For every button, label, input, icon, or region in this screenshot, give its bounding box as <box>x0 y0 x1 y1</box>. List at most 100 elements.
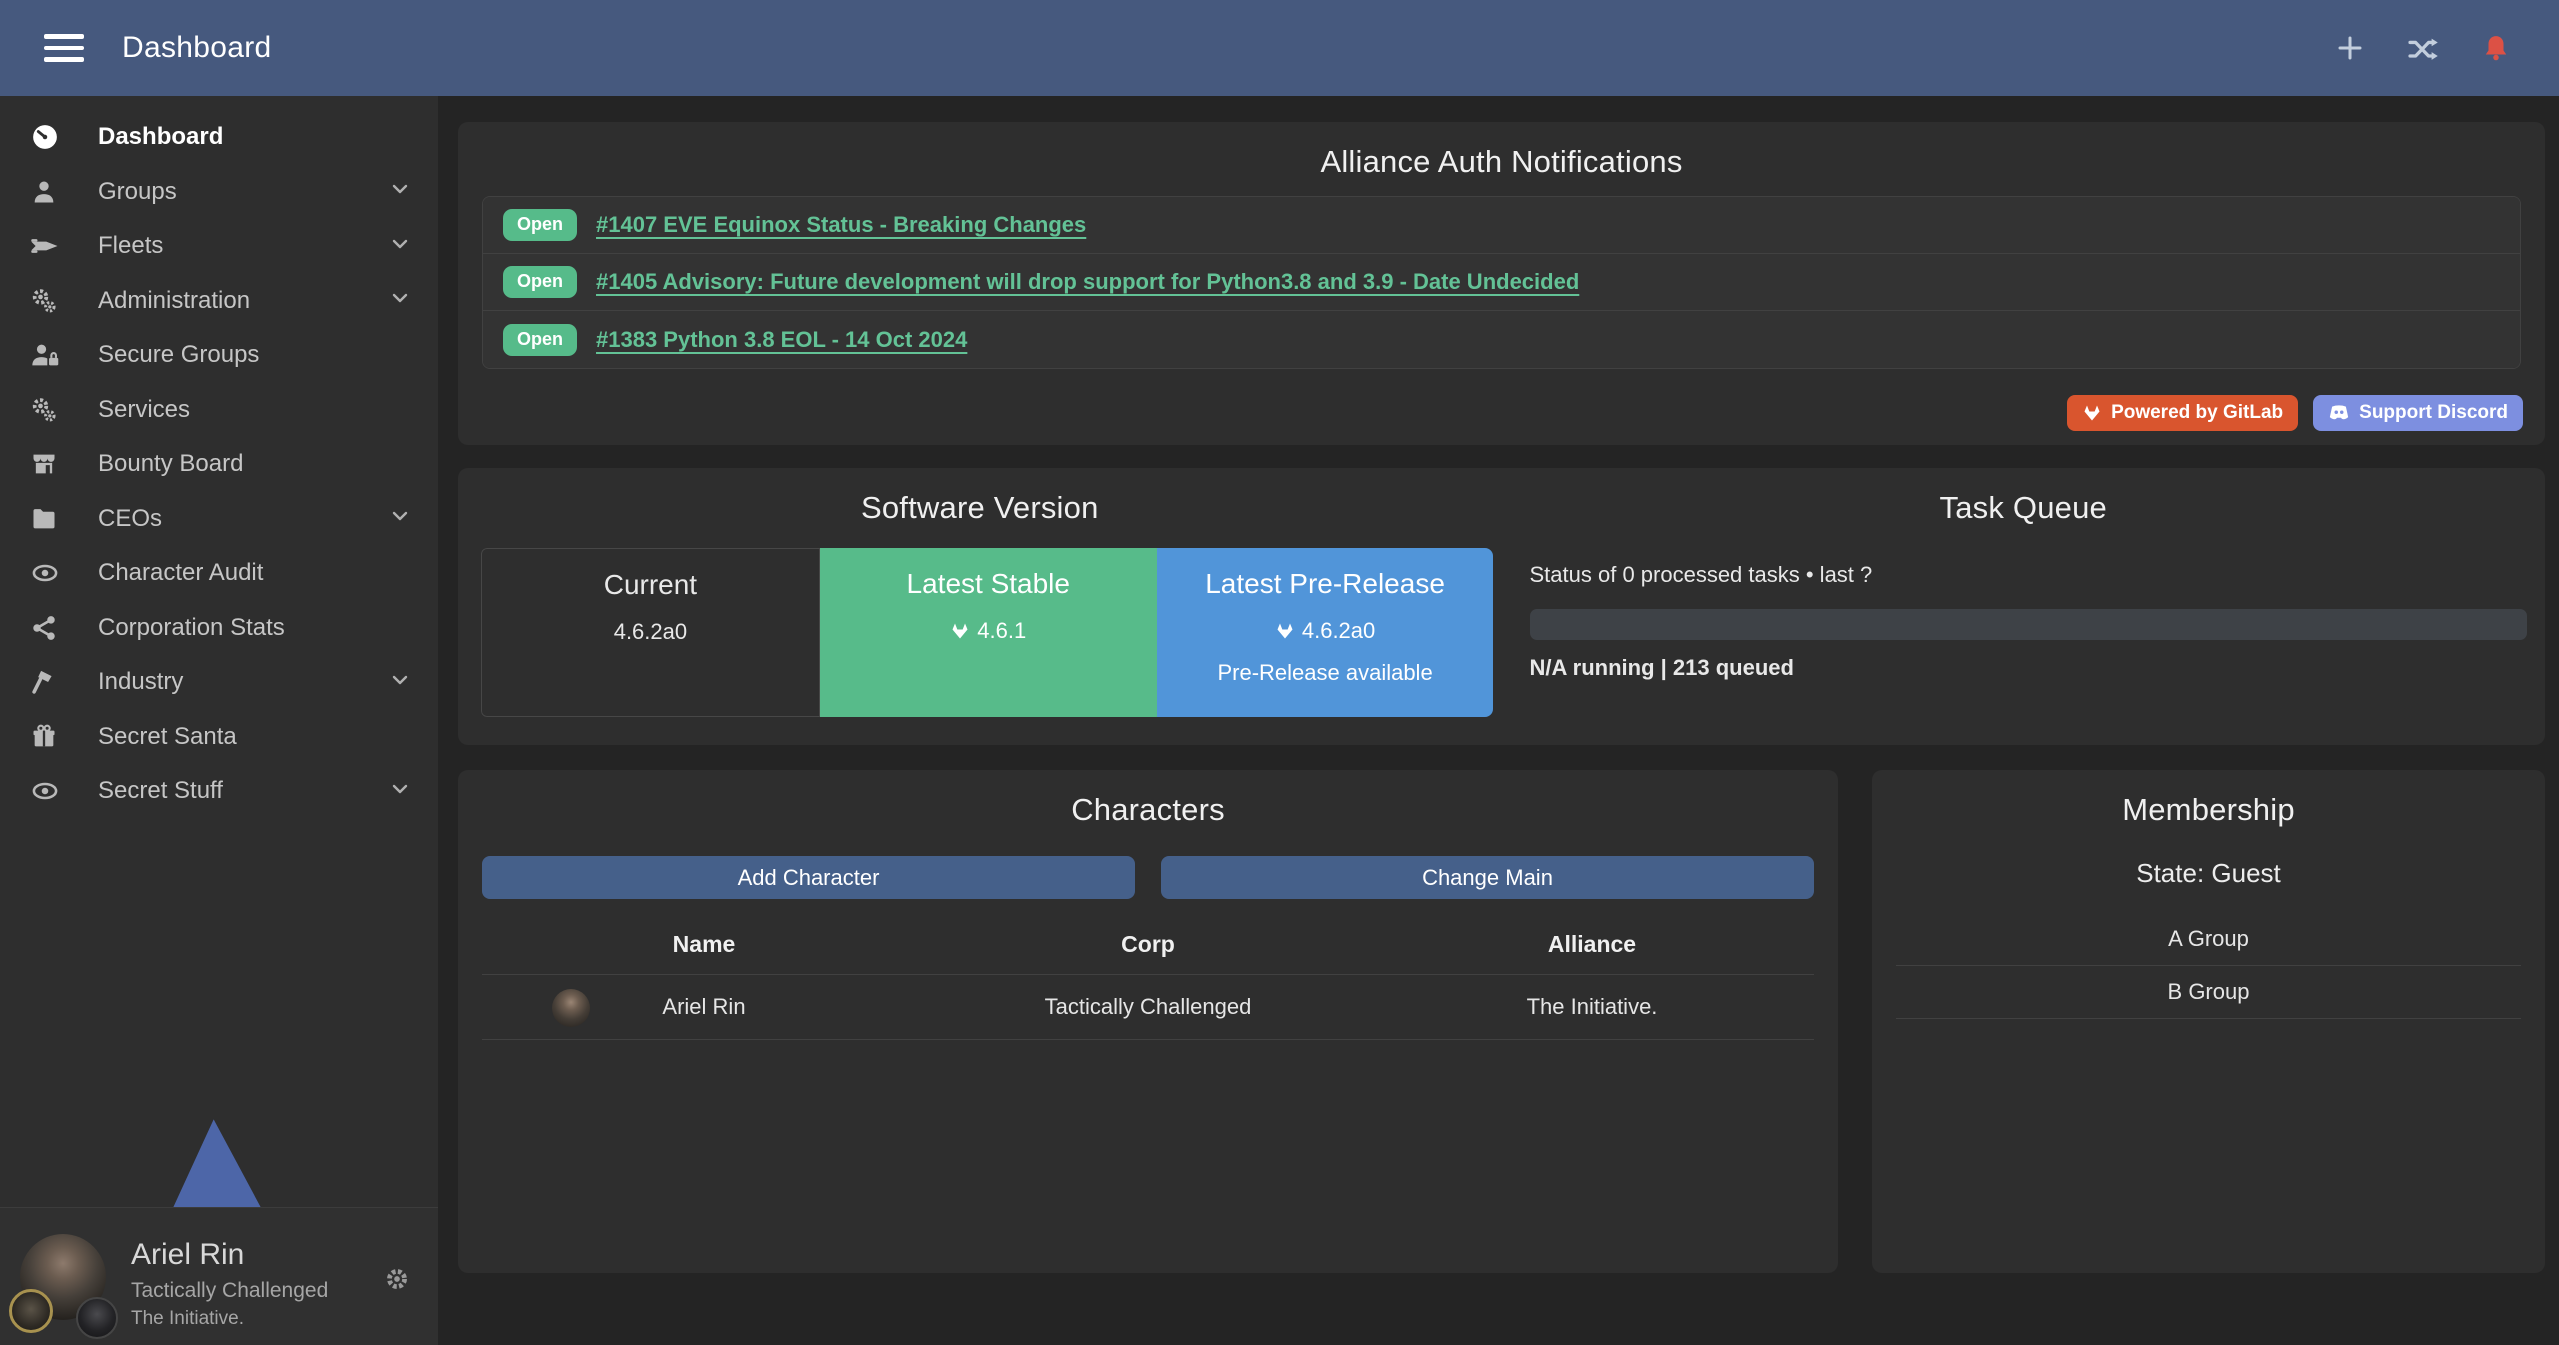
change-main-button[interactable]: Change Main <box>1161 856 1814 899</box>
main-content: Alliance Auth Notifications Open #1407 E… <box>438 96 2559 1345</box>
task-queue-section: Task Queue Status of 0 processed tasks •… <box>1502 468 2546 745</box>
character-alliance: The Initiative. <box>1370 994 1814 1020</box>
chevron-down-icon <box>388 286 412 315</box>
sidebar-item-secret-santa[interactable]: Secret Santa <box>0 710 438 765</box>
gift-icon <box>30 723 74 751</box>
characters-panel: Characters Add Character Change Main Nam… <box>458 770 1838 1273</box>
status-badge: Open <box>503 266 577 298</box>
sidebar-item-label: CEOs <box>98 505 162 533</box>
membership-group-list: A Group B Group <box>1896 913 2521 1019</box>
top-navbar: Dashboard <box>0 0 2559 96</box>
eye-icon <box>30 559 74 587</box>
sidebar-item-groups[interactable]: Groups <box>0 165 438 220</box>
notification-link[interactable]: #1405 Advisory: Future development will … <box>596 269 1579 295</box>
gauge-icon <box>30 122 74 152</box>
user-lock-icon <box>30 341 74 369</box>
sidebar-item-label: Industry <box>98 668 183 696</box>
character-avatar <box>552 989 590 1027</box>
characters-table: Name Corp Alliance Ariel Rin Tactically … <box>482 917 1814 1040</box>
shuffle-icon[interactable] <box>2407 33 2439 63</box>
chevron-down-icon <box>388 777 412 806</box>
sidebar-item-fleets[interactable]: Fleets <box>0 219 438 274</box>
folder-icon <box>30 505 74 533</box>
stable-version: 4.6.1 <box>820 618 1157 644</box>
sidebar-item-label: Secure Groups <box>98 341 259 369</box>
user-corp: Tactically Challenged <box>131 1279 328 1303</box>
user-name: Ariel Rin <box>131 1238 328 1272</box>
table-row: Ariel Rin Tactically Challenged The Init… <box>482 974 1814 1040</box>
notification-link[interactable]: #1407 EVE Equinox Status - Breaking Chan… <box>596 212 1086 238</box>
sidebar-item-label: Dashboard <box>98 123 223 151</box>
chevron-down-icon <box>388 668 412 697</box>
bell-icon[interactable] <box>2481 33 2511 63</box>
sidebar-item-corporation-stats[interactable]: Corporation Stats <box>0 601 438 656</box>
prerelease-note: Pre-Release available <box>1157 660 1494 686</box>
sidebar: Dashboard Groups Fleets Administration <box>0 96 438 1345</box>
navbar-actions <box>2335 33 2511 63</box>
gitlab-badge[interactable]: Powered by GitLab <box>2067 395 2298 431</box>
characters-table-header: Name Corp Alliance <box>482 917 1814 974</box>
gitlab-fox-icon <box>1275 621 1295 641</box>
version-cell-prerelease: Latest Pre-Release 4.6.2a0 Pre-Release a… <box>1157 548 1494 717</box>
task-queue-title: Task Queue <box>1502 468 2546 526</box>
characters-title: Characters <box>458 770 1838 828</box>
shuttle-icon <box>30 231 74 261</box>
version-cell-current: Current 4.6.2a0 <box>481 548 820 717</box>
store-icon <box>30 450 74 478</box>
sidebar-item-label: Bounty Board <box>98 450 243 478</box>
sidebar-item-ceos[interactable]: CEOs <box>0 492 438 547</box>
corp-logo-badge <box>9 1289 53 1333</box>
task-queue-counts: N/A running | 213 queued <box>1530 655 2546 681</box>
sidebar-item-industry[interactable]: Industry <box>0 655 438 710</box>
list-item: B Group <box>1896 966 2521 1019</box>
sidebar-item-label: Secret Stuff <box>98 777 223 805</box>
chevron-down-icon <box>388 504 412 533</box>
sidebar-item-label: Fleets <box>98 232 163 260</box>
task-queue-status: Status of 0 processed tasks • last ? <box>1530 562 2546 588</box>
add-character-button[interactable]: Add Character <box>482 856 1135 899</box>
eye-icon <box>30 777 74 805</box>
sidebar-item-services[interactable]: Services <box>0 383 438 438</box>
sidebar-item-administration[interactable]: Administration <box>0 274 438 329</box>
external-badges: Powered by GitLab Support Discord <box>2067 395 2523 431</box>
version-row: Current 4.6.2a0 Latest Stable 4.6.1 Late… <box>481 548 1494 717</box>
prerelease-version: 4.6.2a0 <box>1157 618 1494 644</box>
alliance-logo-badge <box>76 1297 118 1339</box>
discord-badge[interactable]: Support Discord <box>2313 395 2523 431</box>
notifications-panel: Alliance Auth Notifications Open #1407 E… <box>458 122 2545 445</box>
sidebar-item-label: Character Audit <box>98 559 263 587</box>
user-alliance: The Initiative. <box>131 1308 328 1330</box>
menu-icon[interactable] <box>44 34 84 62</box>
chevron-down-icon <box>388 177 412 206</box>
gitlab-fox-icon <box>2082 403 2102 423</box>
sidebar-item-label: Secret Santa <box>98 723 237 751</box>
chevron-down-icon <box>388 232 412 261</box>
gears-icon <box>30 287 74 315</box>
sidebar-item-character-audit[interactable]: Character Audit <box>0 546 438 601</box>
character-corp: Tactically Challenged <box>926 994 1370 1020</box>
gitlab-fox-icon <box>950 621 970 641</box>
share-nodes-icon <box>30 614 74 642</box>
sidebar-item-label: Administration <box>98 287 250 315</box>
task-queue-progressbar <box>1530 609 2528 640</box>
notification-link[interactable]: #1383 Python 3.8 EOL - 14 Oct 2024 <box>596 327 967 353</box>
notification-row: Open #1407 EVE Equinox Status - Breaking… <box>483 197 2520 254</box>
sidebar-item-secure-groups[interactable]: Secure Groups <box>0 328 438 383</box>
status-badge: Open <box>503 324 577 356</box>
notification-row: Open #1383 Python 3.8 EOL - 14 Oct 2024 <box>483 311 2520 368</box>
membership-state: State: Guest <box>1872 858 2545 889</box>
version-cell-stable: Latest Stable 4.6.1 <box>820 548 1157 717</box>
user-icon <box>30 178 74 206</box>
discord-icon <box>2328 404 2350 422</box>
user-panel: Ariel Rin Tactically Challenged The Init… <box>0 1207 438 1345</box>
current-version: 4.6.2a0 <box>482 619 819 645</box>
plus-icon[interactable] <box>2335 33 2365 63</box>
gear-icon[interactable] <box>384 1266 410 1297</box>
sidebar-item-label: Services <box>98 396 190 424</box>
sidebar-item-dashboard[interactable]: Dashboard <box>0 110 438 165</box>
sidebar-item-bounty-board[interactable]: Bounty Board <box>0 437 438 492</box>
sidebar-item-label: Corporation Stats <box>98 614 285 642</box>
membership-panel: Membership State: Guest A Group B Group <box>1872 770 2545 1273</box>
hammer-icon <box>30 668 74 696</box>
sidebar-item-secret-stuff[interactable]: Secret Stuff <box>0 764 438 819</box>
